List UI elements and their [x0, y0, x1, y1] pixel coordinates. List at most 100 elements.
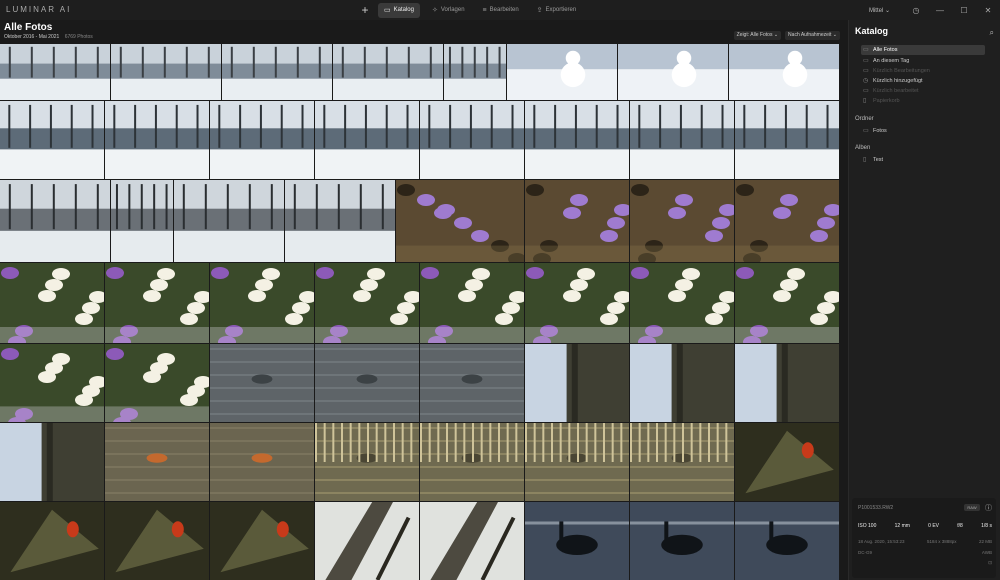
photo-thumbnail[interactable] — [630, 180, 734, 262]
photo-thumbnail[interactable] — [210, 344, 314, 422]
photo-thumbnail[interactable] — [105, 502, 209, 580]
tab-exportieren[interactable]: ⇪ Exportieren — [531, 3, 583, 18]
aperture-value: f/8 — [957, 523, 963, 529]
photo-thumbnail[interactable] — [105, 101, 209, 179]
history-icon[interactable]: ◷ — [904, 6, 928, 15]
photo-thumbnail[interactable] — [0, 263, 104, 343]
sidebar-item-label: Kürzlich hinzugefügt — [873, 78, 923, 84]
photo-thumbnail[interactable] — [315, 101, 419, 179]
photo-thumbnail[interactable] — [630, 101, 734, 179]
photo-thumbnail[interactable] — [210, 101, 314, 179]
photo-thumbnail[interactable] — [420, 502, 524, 580]
meta-row-2: DC-G9 AWB — [858, 550, 992, 555]
minimize-icon[interactable]: — — [928, 6, 952, 15]
photo-thumbnail[interactable] — [0, 44, 110, 100]
sidebar-item-label: Kürzlich bearbeitet — [873, 88, 919, 94]
tab-katalog[interactable]: ▭ Katalog — [378, 2, 420, 18]
photo-thumbnail[interactable] — [420, 263, 524, 343]
photo-thumbnail[interactable] — [396, 180, 524, 262]
show-filter-dropdown[interactable]: Zeigt: Alle Fotos ⌄ — [733, 31, 782, 40]
iso-value: ISO 100 — [858, 523, 877, 529]
calendar-icon: ▭ — [863, 58, 869, 64]
photo-thumbnail[interactable] — [630, 344, 734, 422]
photo-thumbnail[interactable] — [525, 263, 629, 343]
album-icon: ▯ — [863, 157, 867, 163]
maximize-icon[interactable]: ☐ — [952, 6, 976, 15]
album-item-test[interactable]: ▯ Test — [861, 155, 985, 165]
photo-thumbnail[interactable] — [735, 344, 839, 422]
photo-thumbnail[interactable] — [0, 180, 110, 262]
close-icon[interactable]: ✕ — [976, 6, 1000, 15]
photo-thumbnail[interactable] — [420, 423, 524, 501]
sort-dropdown[interactable]: Nach Aufnahmezeit ⌄ — [785, 31, 840, 40]
tab-vorlagen[interactable]: ✧ Vorlagen — [426, 3, 471, 18]
sidebar-item-an-diesem-tag[interactable]: ▭ An diesem Tag — [861, 56, 985, 66]
photo-thumbnail[interactable] — [525, 180, 629, 262]
photo-thumbnail[interactable] — [315, 344, 419, 422]
photo-thumbnail[interactable] — [630, 502, 734, 580]
sidebar-item-label: Kürzlich Bearbeitungen — [873, 68, 930, 74]
photo-thumbnail[interactable] — [210, 502, 314, 580]
search-icon[interactable]: ⌕ — [990, 28, 994, 38]
photo-thumbnail[interactable] — [315, 423, 419, 501]
photo-thumbnail[interactable] — [222, 44, 332, 100]
photo-thumbnail[interactable] — [618, 44, 728, 100]
photo-row — [0, 344, 842, 422]
photo-thumbnail[interactable] — [735, 502, 839, 580]
sidebar-item-kuerzlich-bearbeitet[interactable]: ▭ Kürzlich bearbeitet — [861, 86, 985, 96]
photo-thumbnail[interactable] — [111, 180, 173, 262]
app-logo: LUMINAR AI — [6, 5, 72, 14]
filter-bar: Zeigt: Alle Fotos ⌄ Nach Aufnahmezeit ⌄ — [733, 31, 840, 40]
photo-thumbnail[interactable] — [630, 263, 734, 343]
white-balance: AWB — [981, 550, 992, 555]
photo-thumbnail[interactable] — [729, 44, 839, 100]
photo-thumbnail[interactable] — [105, 423, 209, 501]
photo-thumbnail[interactable] — [735, 263, 839, 343]
photo-thumbnail[interactable] — [735, 180, 839, 262]
folder-icon: ▭ — [384, 7, 391, 14]
photo-thumbnail[interactable] — [630, 423, 734, 501]
photo-thumbnail[interactable] — [315, 502, 419, 580]
photo-thumbnail[interactable] — [285, 180, 395, 262]
top-bar: LUMINAR AI + ▭ Katalog ✧ Vorlagen ≡ Bear… — [0, 0, 1000, 20]
photo-thumbnail[interactable] — [444, 44, 506, 100]
photo-thumbnail[interactable] — [420, 101, 524, 179]
edits-icon: ▭ — [863, 68, 869, 74]
photo-thumbnail[interactable] — [333, 44, 443, 100]
folder-item-fotos[interactable]: ▭ Fotos — [861, 126, 985, 136]
sidebar-item-kuerzlich-hinzugefuegt[interactable]: ◷ Kürzlich hinzugefügt — [861, 76, 985, 86]
tab-bearbeiten[interactable]: ≡ Bearbeiten — [477, 3, 525, 18]
sidebar-item-papierkorb[interactable]: ▯ Papierkorb — [861, 96, 985, 106]
photo-thumbnail[interactable] — [210, 423, 314, 501]
sidebar-title: Katalog — [855, 26, 889, 36]
sidebar-item-bearbeitungen[interactable]: ▭ Kürzlich Bearbeitungen — [861, 66, 985, 76]
photo-thumbnail[interactable] — [0, 344, 104, 422]
add-icon[interactable]: + — [358, 2, 372, 18]
photo-row — [0, 101, 842, 179]
sidebar-item-label: Papierkorb — [873, 98, 900, 104]
photo-thumbnail[interactable] — [174, 180, 284, 262]
photo-thumbnail[interactable] — [525, 344, 629, 422]
tab-label: Vorlagen — [440, 7, 465, 13]
page-title: Alle Fotos — [4, 22, 53, 33]
photo-thumbnail[interactable] — [105, 344, 209, 422]
photo-thumbnail[interactable] — [735, 423, 839, 501]
photo-thumbnail[interactable] — [507, 44, 617, 100]
photo-row — [0, 263, 842, 343]
zoom-select[interactable]: Mittel ⌄ — [869, 7, 890, 14]
photo-thumbnail[interactable] — [210, 263, 314, 343]
page-subtitle: Oktober 2016 - Mai 2021 6769 Photos — [4, 34, 93, 40]
photo-thumbnail[interactable] — [315, 263, 419, 343]
photo-thumbnail[interactable] — [0, 101, 104, 179]
photo-thumbnail[interactable] — [0, 423, 104, 501]
info-icon[interactable]: ⓘ — [985, 503, 992, 513]
photo-thumbnail[interactable] — [111, 44, 221, 100]
sidebar-item-alle-fotos[interactable]: ▭ Alle Fotos — [861, 45, 985, 55]
photo-thumbnail[interactable] — [525, 101, 629, 179]
photo-thumbnail[interactable] — [735, 101, 839, 179]
photo-thumbnail[interactable] — [0, 502, 104, 580]
photo-thumbnail[interactable] — [105, 263, 209, 343]
photo-thumbnail[interactable] — [525, 423, 629, 501]
photo-thumbnail[interactable] — [420, 344, 524, 422]
photo-thumbnail[interactable] — [525, 502, 629, 580]
